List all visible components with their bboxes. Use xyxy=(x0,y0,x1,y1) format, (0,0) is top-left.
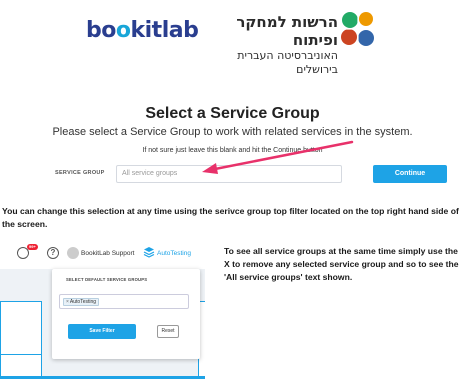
remove-chip-icon[interactable]: × xyxy=(66,299,69,305)
selected-group-chip[interactable]: ×AutoTesting xyxy=(63,298,100,306)
dropdown-title: SELECT DEFAULT SERVICE GROUPS xyxy=(66,277,148,282)
university-line1: הרשות למחקר ופיתוח xyxy=(236,13,338,49)
page-title: Select a Service Group xyxy=(145,105,320,122)
service-group-label: SERVICE GROUP xyxy=(55,170,105,176)
save-filter-button[interactable]: Save Filter xyxy=(68,324,136,339)
service-group-dropdown: SELECT DEFAULT SERVICE GROUPS ×AutoTesti… xyxy=(52,269,200,359)
layers-icon[interactable] xyxy=(143,246,155,258)
instruction-paragraph: You can change this selection at any tim… xyxy=(2,206,459,229)
logo-text-o: o xyxy=(115,18,131,43)
university-seal-icon xyxy=(341,12,374,46)
page-subtitle: Please select a Service Group to work wi… xyxy=(52,126,413,138)
logo-text-b: bo xyxy=(86,18,116,43)
top-bar: 99+ ? BookitLab Support AutoTesting xyxy=(0,241,205,269)
university-logo-text: הרשות למחקר ופיתוח האוניברסיטה העברית בי… xyxy=(198,13,338,77)
notification-badge: 99+ xyxy=(27,244,38,250)
bookitlab-logo: bo o kitlab xyxy=(86,18,199,43)
service-group-filter[interactable]: AutoTesting xyxy=(157,250,191,257)
pointer-arrow-icon xyxy=(202,140,354,174)
user-avatar[interactable] xyxy=(67,247,79,259)
university-line2: האוניברסיטה העברית בירושלים xyxy=(237,49,338,76)
help-icon[interactable]: ? xyxy=(47,247,59,259)
filter-screenshot: 99+ ? BookitLab Support AutoTesting SELE… xyxy=(0,241,205,379)
service-group-multiselect[interactable]: ×AutoTesting xyxy=(59,294,189,309)
chip-label: AutoTesting xyxy=(69,299,97,305)
remove-instruction-paragraph: To see all service groups at the same ti… xyxy=(224,246,459,282)
logo-text-kitlab: kitlab xyxy=(130,18,199,43)
continue-button[interactable]: Continue xyxy=(373,165,447,183)
user-name[interactable]: BookitLab Support xyxy=(81,250,134,257)
reset-button[interactable]: Reset xyxy=(157,325,179,338)
